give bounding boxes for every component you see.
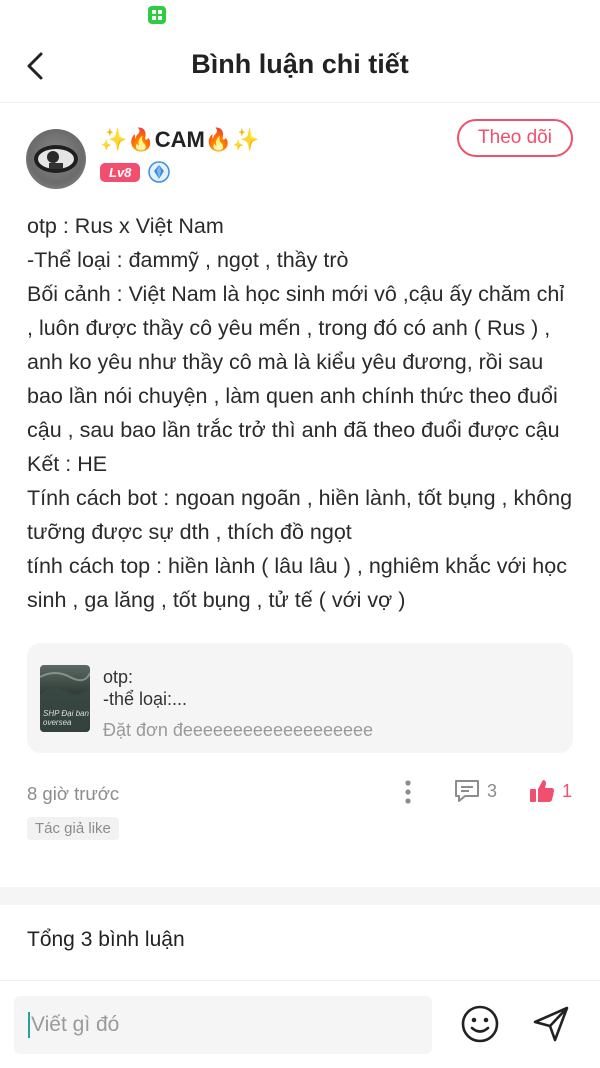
comment-count: 3 (487, 780, 498, 801)
section-divider (0, 887, 600, 905)
comment-input-bar: Viết gì đó (0, 980, 600, 1068)
emoji-button[interactable] (459, 1003, 501, 1045)
story-cover-image: SHP Đại ban oversea (40, 665, 90, 732)
comment-button[interactable]: 3 (453, 777, 497, 805)
content-line: Bối cảnh : Việt Nam là học sinh mới vô ,… (27, 282, 565, 442)
like-button[interactable]: 1 (528, 777, 572, 805)
send-icon (533, 1006, 569, 1042)
story-title: otp: (103, 667, 134, 687)
header: Bình luận chi tiết (0, 32, 600, 103)
story-genre: -thể loại:... (103, 689, 188, 709)
level-badge: Lv8 (100, 162, 141, 182)
meta-row: 8 giờ trước 3 1 Tác giả like (0, 753, 600, 840)
avatar[interactable] (26, 129, 86, 189)
more-button[interactable] (398, 777, 418, 807)
content-line: -Thể loại : đammỹ , ngọt , thầy trò (27, 248, 349, 272)
gem-icon (148, 161, 171, 183)
content-line: Kết : HE (27, 452, 108, 476)
page-title: Bình luận chi tiết (191, 49, 409, 79)
story-cover-text: SHP Đại ban oversea (43, 709, 89, 727)
status-bar (0, 0, 600, 32)
comment-icon (455, 780, 479, 802)
input-placeholder: Viết gì đó (31, 1013, 120, 1036)
send-button[interactable] (530, 1003, 572, 1045)
total-comments: Tổng 3 bình luận (27, 928, 185, 951)
app-icon (148, 6, 166, 24)
thumbs-up-icon (530, 780, 554, 802)
content-line: Tính cách bot : ngoan ngoãn , hiền lành,… (27, 486, 573, 544)
comment-input[interactable]: Viết gì đó (14, 996, 432, 1054)
like-count: 1 (562, 780, 573, 801)
author-like-badge: Tác giả like (27, 817, 119, 840)
story-desc: Đặt đơn đeeeeeeeeeeeeeeeeeee (103, 720, 374, 740)
content-line: tính cách top : hiền lành ( lâu lâu ) , … (27, 554, 567, 612)
comment-content: otp : Rus x Việt Nam -Thể loại : đammỹ ,… (0, 201, 600, 617)
follow-button[interactable]: Theo dõi (457, 119, 573, 157)
text-caret (28, 1012, 30, 1038)
content-line: otp : Rus x Việt Nam (27, 214, 224, 238)
timestamp: 8 giờ trước (27, 783, 120, 804)
smiley-icon (461, 1005, 499, 1043)
author-name[interactable]: ✨🔥CAM🔥✨ (100, 127, 260, 153)
more-vertical-icon (405, 780, 411, 804)
author-section: ✨🔥CAM🔥✨ Lv8 Theo dõi (0, 103, 600, 201)
story-card[interactable]: SHP Đại ban oversea otp: -thể loại:... Đ… (27, 643, 573, 753)
